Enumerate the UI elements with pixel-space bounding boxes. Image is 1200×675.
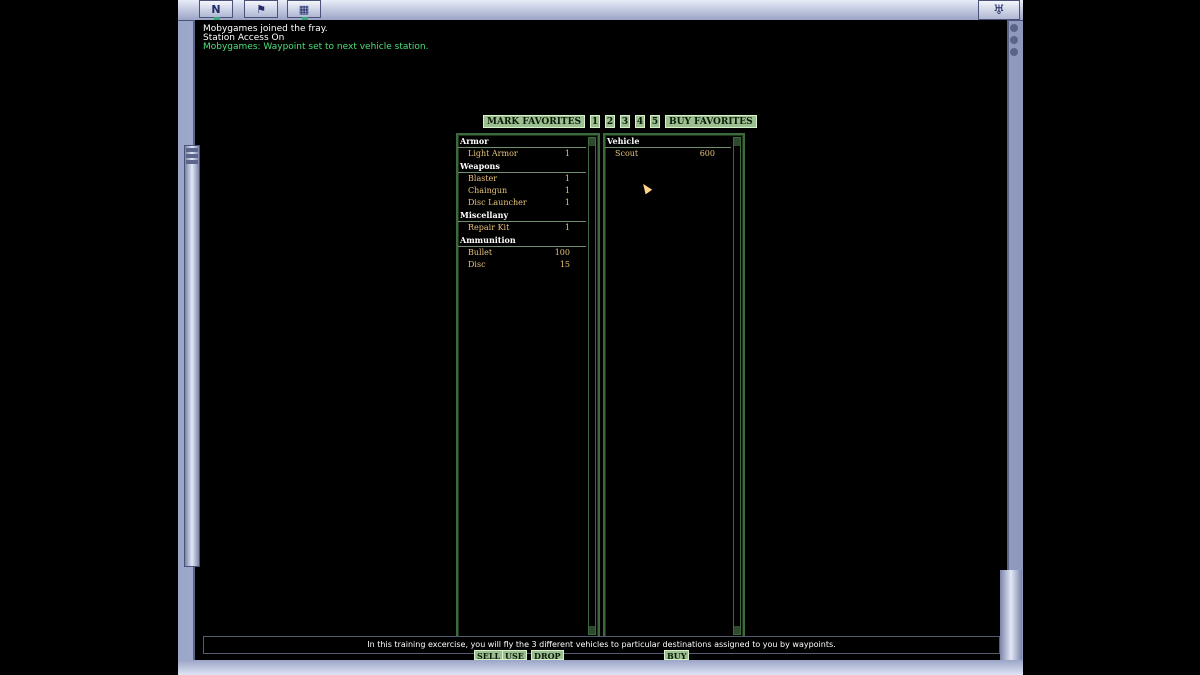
rail-notch bbox=[186, 148, 198, 152]
rivet-icon bbox=[1010, 36, 1018, 44]
list-item[interactable]: Disc 15 bbox=[458, 259, 586, 271]
rail-notch bbox=[186, 160, 198, 164]
map-button[interactable]: ▦ bbox=[287, 0, 321, 21]
list-item[interactable]: Scout 600 bbox=[605, 148, 731, 160]
item-name: Bullet bbox=[468, 248, 493, 257]
rivet-icon bbox=[1010, 48, 1018, 56]
chat-log: Mobygames joined the fray. Station Acces… bbox=[203, 25, 428, 52]
buy-button[interactable]: BUY bbox=[664, 650, 690, 661]
training-hint: In this training excercise, you will fly… bbox=[203, 636, 1000, 654]
item-name: Scout bbox=[615, 149, 639, 158]
item-name: Repair Kit bbox=[468, 223, 510, 232]
favorite-slot-2[interactable]: 2 bbox=[604, 115, 615, 128]
scroll-down-icon[interactable] bbox=[589, 626, 595, 634]
vehicle-panel: Vehicle Scout 600 bbox=[603, 133, 745, 641]
buy-favorites-button[interactable]: BUY FAVORITES bbox=[664, 115, 757, 128]
use-button[interactable]: USE bbox=[502, 650, 527, 661]
list-item[interactable]: Bullet 100 bbox=[458, 247, 586, 259]
scroll-down-icon[interactable] bbox=[734, 626, 740, 634]
item-qty: 1 bbox=[564, 149, 570, 158]
item-qty: 1 bbox=[564, 223, 570, 232]
category-header: Miscellany bbox=[458, 209, 586, 222]
right-rail bbox=[1008, 20, 1020, 80]
item-qty: 600 bbox=[699, 149, 715, 158]
list-item[interactable]: Light Armor 1 bbox=[458, 148, 586, 160]
item-qty: 100 bbox=[554, 248, 570, 257]
favorite-slot-3[interactable]: 3 bbox=[619, 115, 630, 128]
item-name: Disc Launcher bbox=[468, 198, 527, 207]
sell-button[interactable]: SELL bbox=[474, 650, 504, 661]
list-item[interactable]: Disc Launcher 1 bbox=[458, 197, 586, 209]
scrollbar[interactable] bbox=[733, 137, 741, 635]
chat-line: Mobygames: Waypoint set to next vehicle … bbox=[203, 42, 429, 52]
item-name: Light Armor bbox=[468, 149, 518, 158]
item-name: Chaingun bbox=[468, 186, 508, 195]
item-qty: 1 bbox=[564, 198, 570, 207]
item-name: Blaster bbox=[468, 174, 498, 183]
bottom-bar bbox=[178, 660, 1023, 675]
favorite-slot-5[interactable]: 5 bbox=[649, 115, 660, 128]
list-item[interactable]: Repair Kit 1 bbox=[458, 222, 586, 234]
scroll-up-icon[interactable] bbox=[734, 138, 740, 146]
category-header: Weapons bbox=[458, 160, 586, 173]
scrollbar[interactable] bbox=[588, 137, 596, 635]
inventory-panel: Armor Light Armor 1 Weapons Blaster 1 Chai… bbox=[456, 133, 600, 641]
category-header: Vehicle bbox=[605, 135, 731, 148]
drop-button[interactable]: DROP bbox=[531, 650, 564, 661]
left-rail bbox=[184, 145, 200, 567]
menu-corner-button[interactable]: ♅ bbox=[978, 0, 1020, 20]
favorite-slot-4[interactable]: 4 bbox=[634, 115, 645, 128]
rail-notch bbox=[186, 154, 198, 158]
list-item[interactable]: Chaingun 1 bbox=[458, 185, 586, 197]
favorite-slot-1[interactable]: 1 bbox=[589, 115, 600, 128]
compass-icon: N bbox=[211, 2, 221, 16]
scroll-up-icon[interactable] bbox=[589, 138, 595, 146]
item-qty: 1 bbox=[564, 186, 570, 195]
favorites-bar: MARK FAVORITES 1 2 3 4 5 BUY FAVORITES bbox=[483, 115, 757, 129]
compass-button[interactable]: N bbox=[199, 0, 233, 21]
rivet-icon bbox=[1010, 24, 1018, 32]
emblem-icon: ♅ bbox=[993, 2, 1005, 18]
item-qty: 1 bbox=[564, 174, 570, 183]
item-name: Disc bbox=[468, 260, 486, 269]
map-icon: ▦ bbox=[298, 2, 310, 16]
mark-favorites-button[interactable]: MARK FAVORITES bbox=[483, 115, 585, 128]
item-qty: 15 bbox=[559, 260, 570, 269]
flag-icon: ⚑ bbox=[256, 2, 266, 16]
objectives-button[interactable]: ⚑ bbox=[244, 0, 278, 18]
list-item[interactable]: Blaster 1 bbox=[458, 173, 586, 185]
category-header: Armor bbox=[458, 135, 586, 148]
category-header: Ammunition bbox=[458, 234, 586, 247]
